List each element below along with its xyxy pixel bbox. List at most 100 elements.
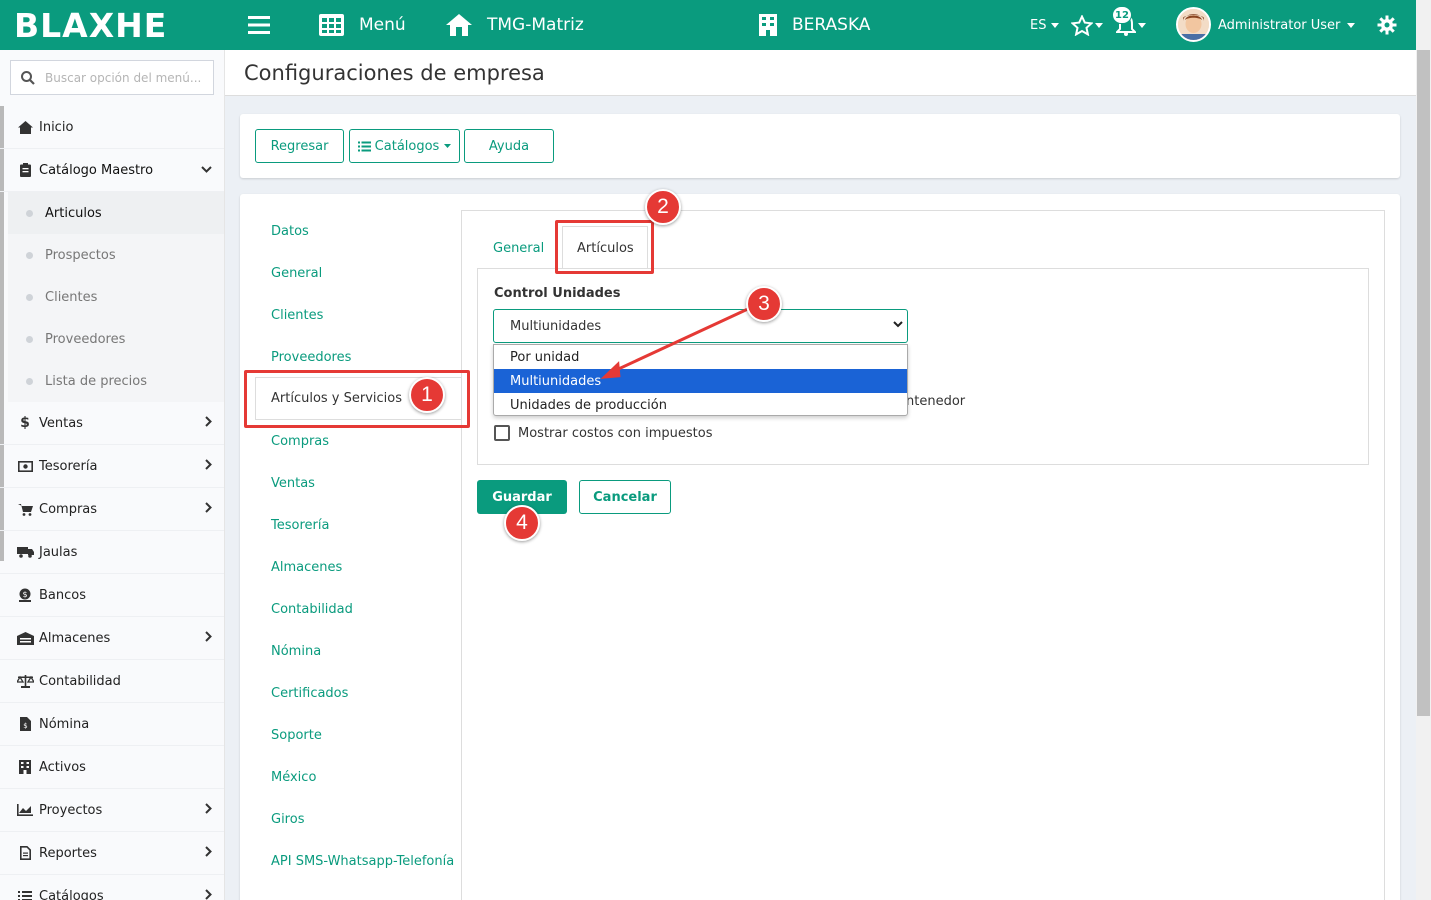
building-icon [759,14,777,36]
sidebar-item-label: Catálogos [39,888,104,900]
sidebar-item-contabilidad[interactable]: Contabilidad [0,660,224,703]
list-icon [16,890,34,900]
catalogs-dropdown-button[interactable]: Catálogos [349,129,460,163]
annotation-step-1: 1 [409,377,445,413]
chevron-right-icon [205,631,212,642]
company-label: BERASKA [792,15,871,35]
sidebar-subitem-articulos[interactable]: Articulos [8,192,224,234]
show-costs-tax-checkbox-row[interactable]: Mostrar costos con impuestos [494,425,713,441]
sidebar-item-label: Proyectos [39,802,103,818]
page-title: Configuraciones de empresa [244,61,545,85]
search-placeholder: Buscar opción del menú... [45,70,202,85]
sidebar-item-almacenes[interactable]: Almacenes [0,617,224,660]
config-nav-datos[interactable]: Datos [271,224,309,239]
back-button[interactable]: Regresar [255,129,344,163]
help-button[interactable]: Ayuda [464,129,554,163]
file-icon: $ [16,717,34,731]
menu-label: Menú [359,15,406,35]
annotation-step-3: 3 [746,286,782,322]
sidebar-item-proyectos[interactable]: Proyectos [0,789,224,832]
user-name: Administrator User [1218,17,1341,33]
language-label: ES [1030,17,1047,33]
config-nav-soporte[interactable]: Soporte [271,728,322,743]
chevron-right-icon [205,846,212,857]
caret-down-icon [1095,22,1103,28]
sidebar-item-compras[interactable]: Compras [0,488,224,531]
option-label: Por unidad [510,349,580,365]
partial-option-label: ntenedor [906,394,966,409]
sidebar-item-ventas[interactable]: $ Ventas [0,402,224,445]
star-icon [1071,14,1093,36]
config-nav-clientes[interactable]: Clientes [271,308,323,323]
cart-icon [16,503,34,516]
sidebar-subitem-label: Prospectos [45,247,116,263]
sidebar-item-label: Compras [39,501,98,517]
sidebar-subitem-label: Clientes [45,289,98,305]
report-icon [16,846,34,860]
notifications-badge: 12 [1112,6,1132,24]
show-costs-tax-checkbox[interactable] [494,425,510,441]
chevron-right-icon [205,803,212,814]
company-selector[interactable]: BERASKA [758,0,870,50]
branch-selector[interactable]: TMG-Matriz [445,0,584,50]
config-nav-tesoreria[interactable]: Tesorería [271,518,329,533]
menu-button[interactable]: Menú [319,0,406,50]
building-icon [16,760,34,774]
home-icon [16,120,34,134]
option-unidades-produccion[interactable]: Unidades de producción [494,393,907,417]
config-nav-compras[interactable]: Compras [271,434,329,449]
sidebar-item-label: Catálogo Maestro [39,162,154,178]
scrollbar-thumb[interactable] [1417,50,1430,716]
config-nav-contabilidad[interactable]: Contabilidad [271,602,353,617]
favorites-dropdown[interactable] [1071,0,1103,50]
svg-text:$: $ [22,590,27,599]
config-nav-giros[interactable]: Giros [271,812,304,827]
sidebar-item-bancos[interactable]: $ Bancos [0,574,224,617]
annotation-arrow-3 [600,306,751,379]
page-scrollbar[interactable] [1416,0,1431,900]
gear-icon [1377,15,1397,35]
sidebar-item-inicio[interactable]: Inicio [0,106,224,149]
avatar[interactable] [1176,7,1211,42]
menu-search-input[interactable]: Buscar opción del menú... [10,60,214,95]
cancel-button[interactable]: Cancelar [579,480,671,514]
sidebar-item-label: Reportes [39,845,97,861]
tab-general[interactable]: General [493,241,544,256]
sidebar-item-reportes[interactable]: Reportes [0,832,224,875]
bullet-icon [26,293,33,301]
grid-icon [319,14,344,36]
sidebar-item-nomina[interactable]: $ Nómina [0,703,224,746]
sidebar-subitem-lista-de-precios[interactable]: Lista de precios [8,360,224,402]
sidebar-item-activos[interactable]: Activos [0,746,224,789]
sidebar-subitem-clientes[interactable]: Clientes [8,276,224,318]
config-nav-certificados[interactable]: Certificados [271,686,348,701]
config-nav-mexico[interactable]: México [271,770,316,785]
sidebar-item-label: Activos [39,759,86,775]
annotation-highlight-2 [555,220,654,274]
config-nav-nomina[interactable]: Nómina [271,644,321,659]
sidebar-item-jaulas[interactable]: Jaulas [0,531,224,574]
caret-down-icon [1051,22,1060,28]
sidebar-item-tesoreria[interactable]: Tesorería [0,445,224,488]
config-nav-api-sms[interactable]: API SMS-Whatsapp-Telefonía [271,854,454,869]
caret-down-icon [1347,22,1356,28]
sidebar-subitem-prospectos[interactable]: Prospectos [8,234,224,276]
annotation-step-2: 2 [645,189,681,225]
config-nav-almacenes[interactable]: Almacenes [271,560,342,575]
option-label: Multiunidades [510,373,602,389]
sidebar-subitem-label: Articulos [45,205,102,221]
language-dropdown[interactable]: ES [1030,0,1060,50]
bullet-icon [26,377,33,385]
config-nav-general[interactable]: General [271,266,322,281]
sidebar-subitem-proveedores[interactable]: Proveedores [8,318,224,360]
user-menu[interactable]: Administrator User [1218,0,1356,50]
config-nav-ventas[interactable]: Ventas [271,476,315,491]
sidebar-item-catalogo-maestro[interactable]: Catálogo Maestro [0,149,224,192]
sidebar-item-label: Ventas [39,415,83,431]
hamburger-menu-button[interactable] [248,0,270,50]
sidebar-item-catalogos[interactable]: Catálogos [0,875,224,900]
settings-button[interactable] [1377,0,1397,50]
app-logo[interactable]: BLAXHE [14,6,167,45]
bullet-icon [26,209,33,217]
config-nav-proveedores[interactable]: Proveedores [271,350,351,365]
